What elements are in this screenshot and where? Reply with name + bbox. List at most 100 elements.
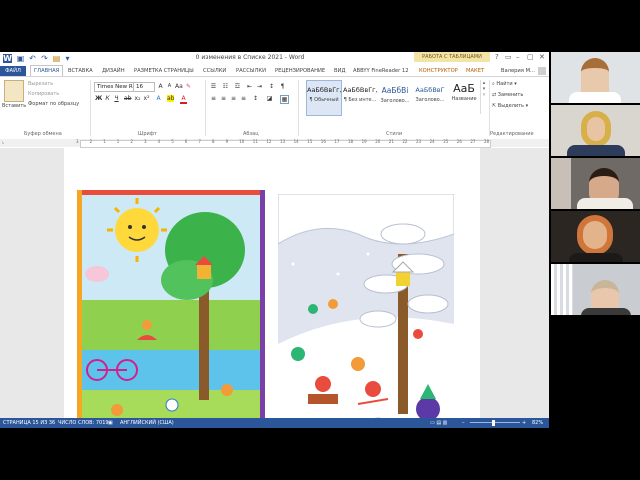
tab-table-layout[interactable]: МАКЕТ [466,66,484,76]
ruler-number: 2 [89,139,93,144]
customize-toolbar-icon[interactable]: ▾ [63,54,72,63]
replace-button[interactable]: ⇄ Заменить [492,92,523,98]
ruler-number: 3 [144,139,147,144]
ruler-number: 18 [348,139,354,144]
select-button[interactable]: ⇱ Выделить ▾ [492,103,528,109]
text-effects-icon[interactable]: A [155,95,162,102]
participant-2-tile[interactable] [551,105,640,156]
divider [489,80,490,136]
redo-icon[interactable]: ↷ [40,54,49,63]
underline-icon[interactable]: Ч [113,95,120,102]
participant-3-tile[interactable] [551,158,640,209]
save-icon[interactable]: ▣ [16,54,25,63]
font-name-combo[interactable]: Times New R [94,82,134,92]
participant-4-shoulders [569,253,623,262]
find-button[interactable]: ⌕ Найти ▾ [492,81,517,87]
bullets-icon[interactable]: ☰ [210,83,217,90]
zoom-out-icon[interactable]: – [462,418,465,428]
participant-4-tile[interactable] [551,211,640,262]
paste-button[interactable]: Вставить [2,103,26,109]
undo-icon[interactable]: ↶ [28,54,37,63]
user-name[interactable]: Валерия М... [501,66,535,76]
status-page[interactable]: СТРАНИЦА 15 ИЗ 36 [3,418,55,428]
numbering-icon[interactable]: ☷ [222,83,229,90]
zoom-slider[interactable] [470,422,520,423]
tab-selector-icon[interactable]: ⌞ [2,139,4,145]
ruler-number: 2 [130,139,133,144]
summer-park-illustration[interactable] [77,190,265,428]
zoom-level[interactable]: 82% [532,418,543,428]
sort-icon[interactable]: ↕ [268,83,275,90]
style-heading-2[interactable]: АаБбВвГ Заголово... [412,80,448,116]
shrink-font-icon[interactable]: A [166,83,173,90]
tab-page-layout[interactable]: РАЗМЕТКА СТРАНИЦЫ [134,66,194,76]
help-icon[interactable]: ? [495,53,499,61]
zoom-in-icon[interactable]: + [522,418,526,428]
increase-indent-icon[interactable]: ⇥ [256,83,263,90]
avatar[interactable] [538,67,546,75]
italic-icon[interactable]: К [104,95,111,102]
align-left-icon[interactable]: ≡ [210,95,217,102]
tab-table-design[interactable]: КОНСТРУКТОР [419,66,458,76]
status-language[interactable]: АНГЛИЙСКИЙ (США) [120,418,174,428]
close-icon[interactable]: ✕ [539,53,545,61]
style-normal[interactable]: АаБбВвГг, ¶ Обычный [306,80,342,116]
show-marks-icon[interactable]: ¶ [279,83,286,90]
style-no-spacing[interactable]: АаБбВвГг, ¶ Без инте... [342,80,378,116]
tab-view[interactable]: ВИД [334,66,346,76]
superscript-icon[interactable]: x² [143,95,150,102]
clipboard-group-label: Буфер обмена [24,131,62,137]
tab-mailings[interactable]: РАССЫЛКИ [236,66,266,76]
status-proofing-icon[interactable]: ▣ [108,418,113,428]
maximize-icon[interactable]: ▢ [527,53,534,61]
zoom-slider-thumb[interactable] [492,420,495,426]
ruler-number: 6 [184,139,188,144]
participant-5-tile[interactable] [551,264,640,315]
document-area[interactable]: I [0,148,549,428]
table-tools-context-label: РАБОТА С ТАБЛИЦАМИ [414,52,490,62]
grow-font-icon[interactable]: A [157,83,164,90]
strikethrough-icon[interactable]: ab [124,95,132,102]
style-title[interactable]: АаБ Название [446,80,482,116]
justify-icon[interactable]: ≡ [240,95,247,102]
line-spacing-icon[interactable]: ↕ [252,95,259,102]
font-color-icon[interactable]: A [180,95,187,104]
styles-scroll[interactable]: ▴ ▾ ▿ [480,80,487,114]
font-group-label: Шрифт [138,131,157,137]
winter-snow-illustration[interactable] [278,194,454,428]
change-case-icon[interactable]: Aa [175,83,183,90]
align-center-icon[interactable]: ≡ [220,95,227,102]
format-painter-button[interactable]: Формат по образцу [28,101,79,107]
paste-icon[interactable] [4,80,24,102]
align-right-icon[interactable]: ≡ [230,95,237,102]
ribbon-display-icon[interactable]: ▭ [505,53,512,61]
status-word-count[interactable]: ЧИСЛО СЛОВ: 7019 [58,418,109,428]
clear-format-icon[interactable]: ✎ [185,83,192,90]
tab-insert[interactable]: ВСТАВКА [68,66,93,76]
bold-icon[interactable]: Ж [95,95,102,102]
style-heading-1[interactable]: АаБбВі Заголово... [377,80,413,116]
document-title: 0 изменения в Списке 2021 - Word [195,54,305,61]
shading-icon[interactable]: ◪ [266,95,273,102]
multilevel-icon[interactable]: ☲ [234,83,241,90]
borders-icon[interactable]: ▦ [280,95,289,104]
document-page[interactable]: I [64,148,480,428]
participant-1-tile[interactable] [551,52,640,103]
tab-references[interactable]: ССЫЛКИ [203,66,226,76]
highlight-icon[interactable]: ab [167,95,175,102]
participant-1-shoulders [569,92,621,103]
tab-review[interactable]: РЕЦЕНЗИРОВАНИЕ [275,66,325,76]
minimize-icon[interactable]: – [516,53,520,61]
subscript-icon[interactable]: x₂ [134,95,141,102]
view-mode-icons[interactable]: ▭ ▤ ▥ [430,418,447,428]
copy-button[interactable]: Копировать [28,91,59,97]
font-size-combo[interactable]: 16 [133,82,155,92]
open-folder-icon[interactable]: ▤ [52,54,61,63]
decrease-indent-icon[interactable]: ⇤ [246,83,253,90]
tab-design[interactable]: ДИЗАЙН [102,66,125,76]
cut-button[interactable]: Вырезать [28,81,53,87]
ruler-number: 1 [103,139,106,144]
tab-file[interactable]: ФАЙЛ [0,66,26,76]
horizontal-ruler[interactable]: ⌞ 3 2 1 1 2 3 4 5 6 7 8 9 10 11 12 13 14 15 16 17 18 19 20 21 22… [0,139,549,148]
tab-abbyy[interactable]: ABBYY FineReader 12 [353,66,409,76]
